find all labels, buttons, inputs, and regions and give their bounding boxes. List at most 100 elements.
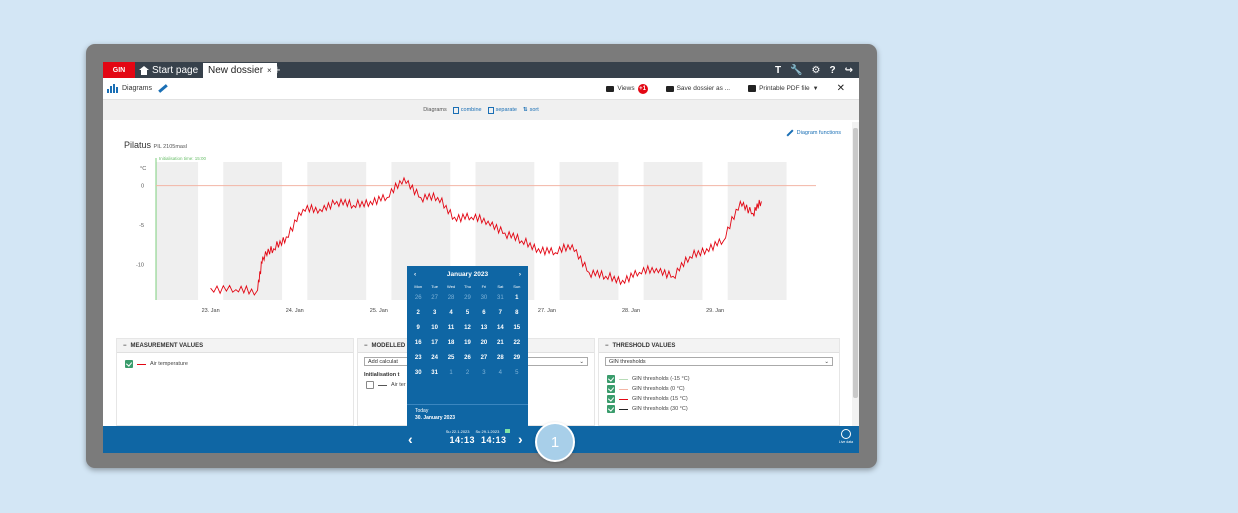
calendar-day[interactable]: 29: [459, 291, 475, 306]
y-axis-label: °C: [140, 166, 146, 172]
calendar-day[interactable]: 3: [426, 306, 442, 321]
calendar-day[interactable]: 25: [443, 351, 459, 366]
sort-button[interactable]: ⇅ sort: [523, 107, 539, 113]
calendar-icon[interactable]: [505, 429, 511, 433]
night-band: [559, 162, 619, 300]
separate-label: separate: [495, 107, 517, 113]
calendar-day[interactable]: 4: [443, 306, 459, 321]
add-tab-button[interactable]: +: [273, 62, 281, 77]
to-time[interactable]: 14:13: [481, 435, 507, 445]
vertical-scrollbar[interactable]: [852, 122, 859, 427]
calendar-day[interactable]: 28: [443, 291, 459, 306]
calendar-day[interactable]: 31: [492, 291, 508, 306]
threshold-select[interactable]: GIN thresholds ⌄: [605, 357, 833, 366]
calendar-day[interactable]: 10: [426, 321, 442, 336]
from-time[interactable]: 14:13: [449, 435, 475, 445]
printable-pdf-dropdown[interactable]: Printable PDF file ▼: [748, 85, 819, 92]
calendar-day[interactable]: 1: [443, 366, 459, 381]
threshold-row[interactable]: GIN thresholds (30 °C): [599, 404, 839, 414]
next-period-button[interactable]: ›: [518, 431, 523, 447]
calendar-day[interactable]: 27: [426, 291, 442, 306]
edit-pencil-icon[interactable]: [158, 84, 168, 93]
calendar-day[interactable]: 5: [459, 306, 475, 321]
previous-period-button[interactable]: ‹: [408, 431, 413, 447]
weekday-label: Wed: [446, 284, 456, 289]
calendar-day[interactable]: 4: [492, 366, 508, 381]
calendar-day[interactable]: 18: [443, 336, 459, 351]
measurement-values-header[interactable]: − MEASUREMENT VALUES: [117, 339, 353, 353]
line-swatch: [619, 388, 628, 390]
checkbox-threshold-15[interactable]: [607, 395, 615, 403]
calendar-day[interactable]: 30: [410, 366, 426, 381]
checkbox-threshold-minus15[interactable]: [607, 375, 615, 383]
sort-label: sort: [529, 107, 539, 113]
calendar-day[interactable]: 2: [459, 366, 475, 381]
time-range-display[interactable]: Su 22.1.2023 Su 29.1.2023 14:13 14:13: [438, 429, 518, 445]
calendar-day[interactable]: 23: [410, 351, 426, 366]
tab-new-dossier[interactable]: New dossier ×: [203, 63, 277, 78]
threshold-row[interactable]: GIN thresholds (15 °C): [599, 394, 839, 404]
calendar-day[interactable]: 2: [410, 306, 426, 321]
views-button[interactable]: Views +1: [606, 83, 648, 94]
calendar-day[interactable]: 14: [492, 321, 508, 336]
calendar-day[interactable]: 12: [459, 321, 475, 336]
checkbox-threshold-30[interactable]: [607, 405, 615, 413]
step-marker: 1: [535, 422, 575, 462]
calendar-day[interactable]: 19: [459, 336, 475, 351]
checkbox-threshold-0[interactable]: [607, 385, 615, 393]
calendar-day[interactable]: 30: [476, 291, 492, 306]
calendar-next-month[interactable]: ›: [519, 271, 521, 278]
toolbar-actions: Views +1 Save dossier as ... Printable P…: [606, 83, 845, 94]
calendar-day[interactable]: 7: [492, 306, 508, 321]
tab-start-page[interactable]: Start page: [139, 62, 198, 78]
calendar-day[interactable]: 26: [410, 291, 426, 306]
bar-chart-icon: [107, 84, 118, 93]
calendar-day[interactable]: 31: [426, 366, 442, 381]
caret-down-icon: ▼: [812, 85, 819, 92]
threshold-values-header[interactable]: − THRESHOLD VALUES: [599, 339, 839, 353]
wrench-icon[interactable]: 🔧: [790, 65, 802, 76]
views-label: Views: [617, 85, 635, 92]
save-dossier-button[interactable]: Save dossier as ...: [665, 85, 730, 92]
calendar-day[interactable]: 20: [476, 336, 492, 351]
calendar-day[interactable]: 5: [509, 366, 525, 381]
calendar-day[interactable]: 22: [509, 336, 525, 351]
threshold-row[interactable]: GIN thresholds (0 °C): [599, 384, 839, 394]
gear-icon[interactable]: ⚙: [812, 65, 821, 76]
scrollbar-thumb[interactable]: [853, 128, 858, 398]
help-icon[interactable]: ?: [830, 65, 836, 76]
separate-button[interactable]: separate: [487, 106, 517, 114]
calendar-day[interactable]: 17: [426, 336, 442, 351]
logout-icon[interactable]: ↪: [845, 65, 853, 76]
calendar-day[interactable]: 11: [443, 321, 459, 336]
text-size-icon[interactable]: T: [775, 65, 781, 76]
gin-logo[interactable]: GIN: [103, 62, 135, 78]
calendar-day[interactable]: 3: [476, 366, 492, 381]
series-row-air-temperature[interactable]: Air temperature: [117, 359, 353, 369]
calendar-prev-month[interactable]: ‹: [414, 271, 416, 278]
close-dossier-button[interactable]: ✕: [837, 83, 845, 94]
folder-icon: [606, 85, 615, 92]
checkbox-modelled-air-temperature[interactable]: [366, 381, 374, 389]
calendar-day[interactable]: 9: [410, 321, 426, 336]
combine-icon: [452, 106, 459, 114]
calendar-day[interactable]: 21: [492, 336, 508, 351]
calendar-today[interactable]: Today 30. January 2023: [407, 404, 528, 426]
calendar-day[interactable]: 6: [476, 306, 492, 321]
threshold-row[interactable]: GIN thresholds (-15 °C): [599, 374, 839, 384]
calendar-day[interactable]: 15: [509, 321, 525, 336]
calendar-day[interactable]: 13: [476, 321, 492, 336]
calendar-day[interactable]: 26: [459, 351, 475, 366]
calendar-day[interactable]: 8: [509, 306, 525, 321]
calendar-day[interactable]: 29: [509, 351, 525, 366]
tab-bar: GIN Start page New dossier × + T 🔧 ⚙ ? ↪: [103, 62, 859, 78]
calendar-day[interactable]: 1: [509, 291, 525, 306]
live-data-button[interactable]: Live data: [837, 429, 855, 449]
combine-button[interactable]: combine: [452, 106, 482, 114]
calendar-day[interactable]: 16: [410, 336, 426, 351]
calendar-day[interactable]: 28: [492, 351, 508, 366]
checkbox-air-temperature[interactable]: [125, 360, 133, 368]
calendar-day[interactable]: 24: [426, 351, 442, 366]
close-tab-icon[interactable]: ×: [267, 66, 272, 75]
calendar-day[interactable]: 27: [476, 351, 492, 366]
